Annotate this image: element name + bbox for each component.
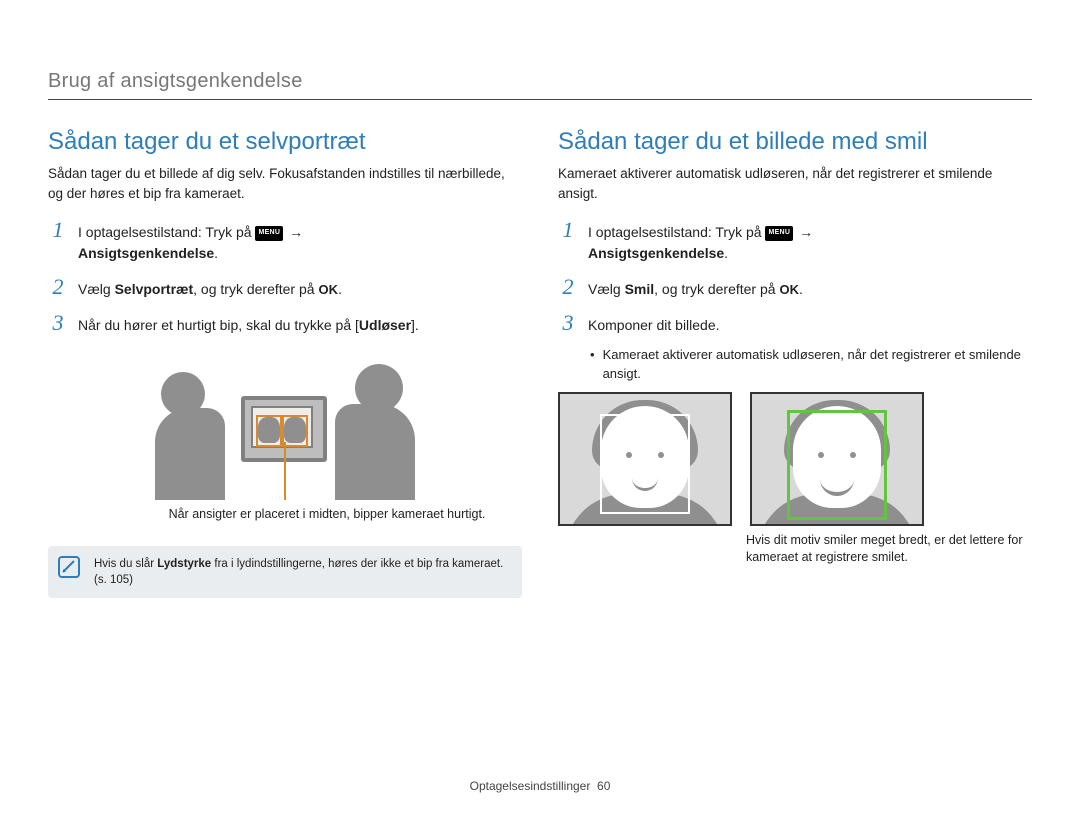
step-text: Komponer dit billede. <box>588 317 720 333</box>
step-3-right: 3 Komponer dit billede. <box>558 310 1032 336</box>
step-suffix: . <box>799 281 803 297</box>
step-2-left: 2 Vælg Selvportræt, og tryk derefter på … <box>48 274 522 300</box>
step-1-right: 1 I optagelsestilstand: Tryk på MENU → A… <box>558 217 1032 264</box>
step-suffix: . <box>338 281 342 297</box>
sub-bullet: • Kameraet aktiverer automatisk udløsere… <box>590 346 1032 384</box>
step-number: 2 <box>48 274 68 300</box>
step-number: 2 <box>558 274 578 300</box>
step-bold: Ansigtsgenkendelse <box>78 245 214 261</box>
column-smile: Sådan tager du et billede med smil Kamer… <box>558 128 1032 598</box>
step-body: Når du hører et hurtigt bip, skal du try… <box>78 315 419 336</box>
callout-line <box>284 442 286 500</box>
detection-frame-green <box>787 410 887 520</box>
bullet-dot: • <box>590 346 595 384</box>
face-box-smile <box>750 392 924 526</box>
face-illustrations <box>558 392 1032 526</box>
illustration-caption: Når ansigter er placeret i midten, bippe… <box>169 506 486 524</box>
step-number: 3 <box>48 310 68 336</box>
section-title-selfportrait: Sådan tager du et selvportræt <box>48 128 522 156</box>
intro-smile: Kameraet aktiverer automatisk udløseren,… <box>558 164 1032 203</box>
detection-frame-white <box>600 414 690 514</box>
page-header: Brug af ansigtsgenkendelse <box>48 70 1032 100</box>
note-text-pre: Hvis du slår <box>94 558 157 570</box>
ok-icon: OK <box>779 282 799 297</box>
page-footer: Optagelsesindstillinger 60 <box>0 779 1080 793</box>
note-icon <box>58 556 80 578</box>
note-text-bold: Lydstyrke <box>157 558 211 570</box>
menu-icon: MENU <box>255 226 283 241</box>
content-columns: Sådan tager du et selvportræt Sådan tage… <box>48 128 1032 598</box>
focus-frame <box>256 415 282 447</box>
step-mid: , og tryk derefter på <box>654 281 779 297</box>
step-bold: Smil <box>625 281 655 297</box>
step-3-left: 3 Når du hører et hurtigt bip, skal du t… <box>48 310 522 336</box>
step-number: 1 <box>558 217 578 243</box>
step-suffix: . <box>214 245 218 261</box>
bullet-text: Kameraet aktiverer automatisk udløseren,… <box>603 346 1032 384</box>
step-text: Når du hører et hurtigt bip, skal du try… <box>78 317 359 333</box>
step-body: Vælg Selvportræt, og tryk derefter på OK… <box>78 279 342 300</box>
selfie-illustration <box>155 350 415 500</box>
step-bold: Selvportræt <box>115 281 194 297</box>
section-title-smile: Sådan tager du et billede med smil <box>558 128 1032 156</box>
step-text: Vælg <box>588 281 625 297</box>
ok-icon: OK <box>318 282 338 297</box>
note-box: Hvis du slår Lydstyrke fra i lydindstill… <box>48 546 522 598</box>
step-suffix: ]. <box>411 317 419 333</box>
step-bold: Ansigtsgenkendelse <box>588 245 724 261</box>
step-number: 3 <box>558 310 578 336</box>
arrow-icon: → <box>797 224 815 240</box>
step-body: I optagelsestilstand: Tryk på MENU → Ans… <box>588 222 815 264</box>
step-suffix: . <box>724 245 728 261</box>
step-mid: , og tryk derefter på <box>193 281 318 297</box>
step-body: I optagelsestilstand: Tryk på MENU → Ans… <box>78 222 305 264</box>
step-1-left: 1 I optagelsestilstand: Tryk på MENU → A… <box>48 217 522 264</box>
step-body: Komponer dit billede. <box>588 315 720 336</box>
menu-icon: MENU <box>765 226 793 241</box>
footer-page-number: 60 <box>597 779 610 793</box>
column-selfportrait: Sådan tager du et selvportræt Sådan tage… <box>48 128 522 598</box>
face-box-neutral <box>558 392 732 526</box>
illustration-selfportrait: Når ansigter er placeret i midten, bippe… <box>48 346 522 524</box>
intro-selfportrait: Sådan tager du et billede af dig selv. F… <box>48 164 522 203</box>
step-text: I optagelsestilstand: Tryk på <box>78 224 255 240</box>
step-body: Vælg Smil, og tryk derefter på OK. <box>588 279 803 300</box>
step-2-right: 2 Vælg Smil, og tryk derefter på OK. <box>558 274 1032 300</box>
smile-caption: Hvis dit motiv smiler meget bredt, er de… <box>746 532 1032 567</box>
footer-section: Optagelsesindstillinger <box>470 779 591 793</box>
step-text: I optagelsestilstand: Tryk på <box>588 224 765 240</box>
arrow-icon: → <box>287 224 305 240</box>
step-bold: Udløser <box>359 317 411 333</box>
step-number: 1 <box>48 217 68 243</box>
step-text: Vælg <box>78 281 115 297</box>
